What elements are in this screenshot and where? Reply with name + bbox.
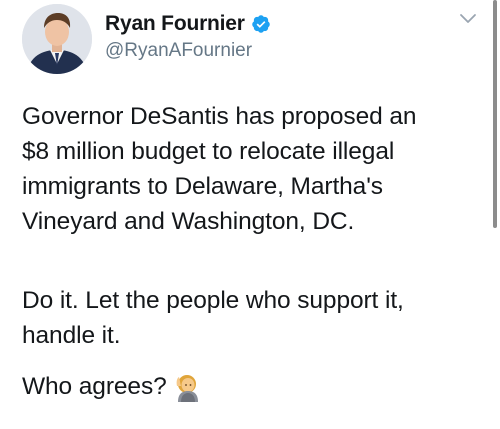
tweet-paragraph-3-row: Who agrees? xyxy=(22,369,203,404)
tweet-paragraph-1: Governor DeSantis has proposed an $8 mil… xyxy=(22,103,417,235)
tweet-paragraph-2: Do it. Let the people who support it, ha… xyxy=(22,287,404,349)
tweet-card: Ryan Fournier @RyanAFournier Governor De… xyxy=(0,0,500,429)
chevron-down-icon[interactable] xyxy=(458,12,478,26)
avatar[interactable] xyxy=(22,4,92,74)
author-display-name[interactable]: Ryan Fournier xyxy=(105,12,245,36)
raising-hand-emoji-icon xyxy=(173,372,203,402)
tweet-paragraph-3: Who agrees? xyxy=(22,373,167,400)
avatar-image xyxy=(22,4,92,74)
scrollbar[interactable] xyxy=(493,0,497,228)
author-name-row: Ryan Fournier xyxy=(105,12,271,36)
verified-badge-icon xyxy=(251,14,271,34)
author-handle[interactable]: @RyanAFournier xyxy=(105,40,252,62)
